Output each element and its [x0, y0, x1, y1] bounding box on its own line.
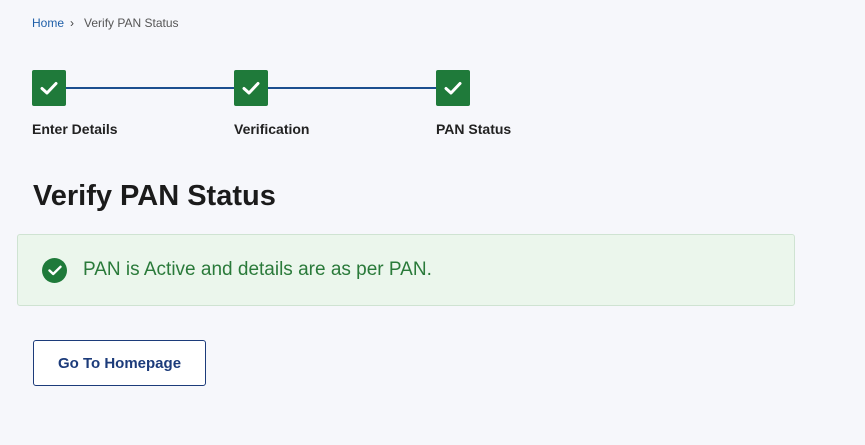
step-verification: Verification	[234, 70, 309, 137]
check-icon	[444, 82, 462, 95]
step-label: Enter Details	[32, 121, 118, 137]
step-complete-badge	[32, 70, 66, 106]
alert-message: PAN is Active and details are as per PAN…	[83, 259, 432, 280]
go-to-homepage-button[interactable]: Go To Homepage	[33, 340, 206, 386]
step-pan-status: PAN Status	[436, 70, 511, 137]
step-label: PAN Status	[436, 121, 512, 137]
breadcrumb-current: Verify PAN Status	[84, 16, 179, 30]
check-circle-icon	[42, 257, 67, 283]
check-icon	[40, 82, 58, 95]
success-alert: PAN is Active and details are as per PAN…	[17, 234, 795, 306]
page-title: Verify PAN Status	[33, 180, 276, 212]
breadcrumb-separator-icon: ›	[70, 16, 75, 30]
check-icon	[242, 82, 260, 95]
step-complete-badge	[436, 70, 470, 106]
step-enter-details: Enter Details	[32, 70, 118, 137]
breadcrumb-home-link[interactable]: Home	[32, 16, 64, 30]
step-complete-badge	[234, 70, 268, 106]
progress-stepper: Enter Details Verification PAN Status	[32, 70, 532, 140]
breadcrumb: Home › Verify PAN Status	[32, 16, 179, 30]
step-label: Verification	[234, 121, 310, 137]
